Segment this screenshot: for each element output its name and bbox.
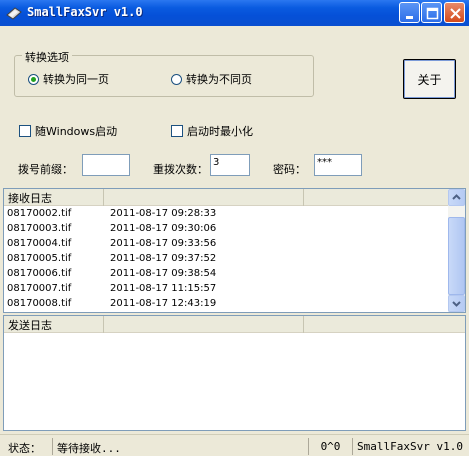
checkbox-minimize-label: 启动时最小化: [187, 125, 253, 138]
table-row[interactable]: 08170008.tif 2011-08-17 12:43:19: [4, 297, 448, 312]
fax-icon: [6, 7, 22, 20]
checkbox-icon: [19, 125, 31, 137]
row-time: 2011-08-17 09:30:06: [110, 223, 217, 234]
row-filename: 08170008.tif: [7, 298, 72, 309]
row-time: 2011-08-17 09:37:52: [110, 253, 217, 264]
checkbox-startup-label: 随Windows启动: [35, 125, 118, 138]
window-title: SmallFaxSvr v1.0: [27, 5, 143, 19]
about-button[interactable]: 关于: [403, 59, 456, 99]
row-filename: 08170003.tif: [7, 223, 72, 234]
radio-checked-icon: [28, 73, 39, 85]
column-header-time[interactable]: [104, 316, 304, 333]
row-time: 2011-08-17 09:28:33: [110, 208, 217, 219]
row-filename: 08170006.tif: [7, 268, 72, 279]
column-header-send-log[interactable]: 发送日志: [4, 316, 104, 333]
send-log-list[interactable]: 发送日志: [3, 315, 466, 431]
scroll-up-button[interactable]: [448, 189, 465, 206]
table-row[interactable]: 08170007.tif 2011-08-17 11:15:57: [4, 282, 448, 297]
receive-log-list[interactable]: 接收日志 08170002.tif 2011-08-17 09:28:33 0817…: [3, 188, 466, 313]
close-icon: [450, 8, 461, 19]
table-row[interactable]: 08170006.tif 2011-08-17 09:38:54: [4, 267, 448, 282]
close-button[interactable]: [444, 2, 465, 23]
checkbox-minimize[interactable]: 启动时最小化: [171, 123, 253, 139]
table-row[interactable]: 08170004.tif 2011-08-17 09:33:56: [4, 237, 448, 252]
group-title: 转换选项: [22, 49, 72, 65]
receive-log-header: 接收日志: [4, 189, 465, 206]
password-field[interactable]: ***: [314, 154, 362, 176]
row-time: 2011-08-17 12:43:19: [110, 298, 217, 309]
radio-diff-label: 转换为不同页: [186, 73, 252, 86]
status-counter: 0^0: [308, 438, 352, 455]
maximize-button[interactable]: [421, 2, 442, 23]
app-window: SmallFaxSvr v1.0 转换选项 转换为同一页 转换为不同页 关于 随…: [0, 0, 469, 456]
minimize-icon: [406, 16, 413, 19]
radio-different-page[interactable]: 转换为不同页: [171, 71, 252, 87]
row-filename: 08170005.tif: [7, 253, 72, 264]
row-filename: 08170002.tif: [7, 208, 72, 219]
checkbox-startup[interactable]: 随Windows启动: [19, 123, 117, 139]
minimize-button[interactable]: [399, 2, 420, 23]
chevron-down-icon: [452, 301, 461, 307]
dial-prefix-label: 拨号前缀：: [18, 163, 73, 176]
dial-prefix-field[interactable]: [82, 154, 130, 176]
row-time: 2011-08-17 09:33:56: [110, 238, 217, 249]
status-label: 状态：: [8, 442, 41, 455]
radio-same-page[interactable]: 转换为同一页: [28, 71, 109, 87]
redial-label: 重拨次数：: [153, 163, 208, 176]
status-text: 等待接收...: [52, 438, 308, 455]
maximize-icon: [426, 7, 439, 20]
redial-count-field[interactable]: 3: [210, 154, 250, 176]
chevron-up-icon: [452, 194, 461, 200]
password-label: 密码：: [273, 163, 306, 176]
receive-log-scrollbar[interactable]: [448, 189, 465, 312]
table-row[interactable]: 08170005.tif 2011-08-17 09:37:52: [4, 252, 448, 267]
title-bar[interactable]: SmallFaxSvr v1.0: [0, 0, 469, 26]
table-row[interactable]: 08170002.tif 2011-08-17 09:28:33: [4, 207, 448, 222]
status-version: SmallFaxSvr v1.0: [352, 438, 469, 455]
row-time: 2011-08-17 11:15:57: [110, 283, 217, 294]
send-log-header: 发送日志: [4, 316, 465, 333]
radio-same-label: 转换为同一页: [43, 73, 109, 86]
checkbox-icon: [171, 125, 183, 137]
row-time: 2011-08-17 09:38:54: [110, 268, 217, 279]
status-bar: 状态： 等待接收... 0^0 SmallFaxSvr v1.0: [0, 434, 469, 456]
column-header-receive-log[interactable]: 接收日志: [4, 189, 104, 206]
row-filename: 08170007.tif: [7, 283, 72, 294]
column-header-time[interactable]: [104, 189, 304, 206]
radio-unchecked-icon: [171, 73, 182, 85]
row-filename: 08170004.tif: [7, 238, 72, 249]
scroll-down-button[interactable]: [448, 295, 465, 312]
table-row[interactable]: 08170003.tif 2011-08-17 09:30:06: [4, 222, 448, 237]
scroll-thumb[interactable]: [448, 217, 465, 295]
